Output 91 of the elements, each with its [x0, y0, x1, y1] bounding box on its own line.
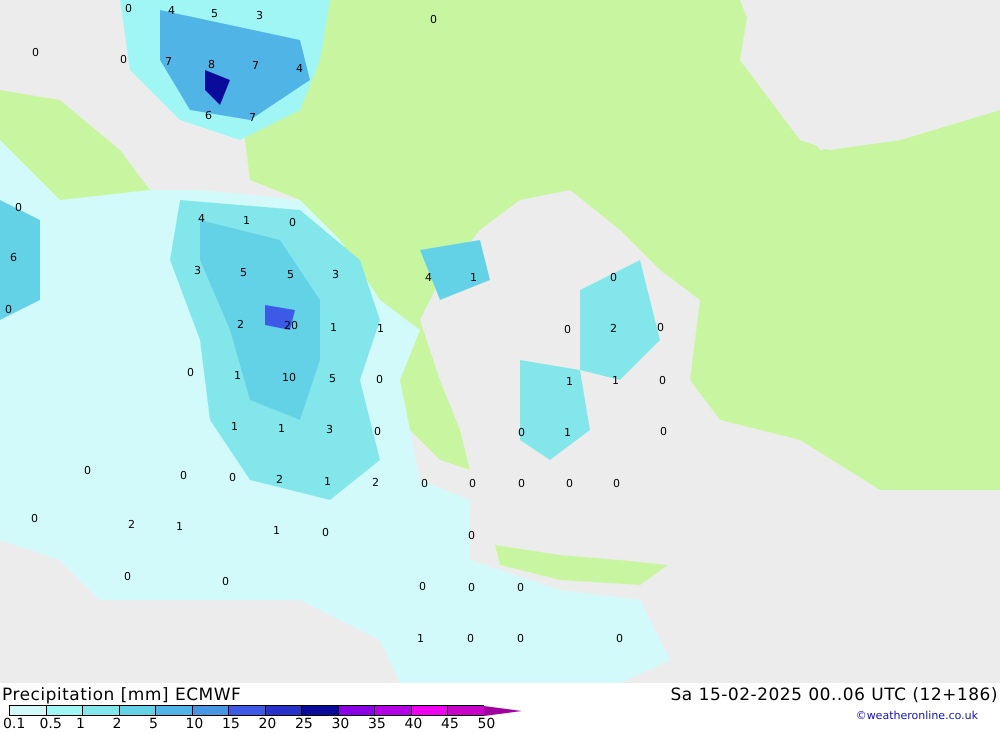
credit-link[interactable]: ©weatheronline.co.uk	[856, 709, 978, 722]
precipitation-value: 0	[187, 367, 194, 379]
precipitation-value: 2	[237, 319, 244, 331]
precipitation-value: 4	[168, 5, 175, 17]
precipitation-value: 0	[84, 465, 91, 477]
precipitation-value: 1	[564, 427, 571, 439]
precipitation-value: 3	[326, 424, 333, 436]
precipitation-value: 1	[278, 423, 285, 435]
precipitation-value: 2	[610, 323, 617, 335]
precipitation-value: 5	[240, 267, 247, 279]
precipitation-value: 0	[469, 478, 476, 490]
legend-label: 20	[258, 716, 278, 732]
precipitation-value: 0	[124, 571, 131, 583]
map-title: Precipitation [mm] ECMWF	[2, 685, 242, 705]
precipitation-value: 0	[376, 374, 383, 386]
precipitation-value: 0	[613, 478, 620, 490]
precipitation-value: 0	[421, 478, 428, 490]
precipitation-value: 0	[430, 14, 437, 26]
legend-label: 25	[295, 716, 314, 732]
precipitation-value: 20	[284, 320, 298, 332]
precipitation-value: 5	[329, 373, 336, 385]
precipitation-value: 10	[282, 372, 296, 384]
precipitation-value: 0	[564, 324, 571, 336]
legend-label: 2	[112, 716, 122, 732]
legend-label: 5	[149, 716, 159, 732]
precipitation-value: 1	[324, 476, 331, 488]
precipitation-value: 0	[229, 472, 236, 484]
precipitation-value: 7	[252, 60, 259, 72]
precipitation-value: 1	[417, 633, 424, 645]
precipitation-value: 0	[5, 304, 12, 316]
precipitation-value: 0	[616, 633, 623, 645]
legend-label: 0.1	[3, 716, 26, 732]
precipitation-value: 5	[211, 8, 218, 20]
precipitation-value: 4	[425, 272, 432, 284]
precipitation-value: 1	[612, 375, 619, 387]
precipitation-value: 0	[468, 530, 475, 542]
precipitation-value: 0	[419, 581, 426, 593]
precipitation-value: 1	[377, 323, 384, 335]
precipitation-value: 1	[566, 376, 573, 388]
precipitation-value: 1	[470, 272, 477, 284]
legend-label: 50	[478, 716, 496, 732]
precipitation-value: 1	[231, 421, 238, 433]
precipitation-value: 3	[256, 10, 263, 22]
legend-label: 40	[404, 716, 424, 732]
precipitation-value: 6	[10, 252, 17, 264]
precipitation-value: 0	[517, 582, 524, 594]
precipitation-value: 1	[234, 370, 241, 382]
precipitation-value: 1	[243, 215, 250, 227]
precipitation-value: 2	[128, 519, 135, 531]
precipitation-value: 7	[165, 56, 172, 68]
precipitation-value: 1	[330, 322, 337, 334]
precipitation-value: 0	[120, 54, 127, 66]
precipitation-value: 4	[198, 213, 205, 225]
precipitation-value: 0	[518, 427, 525, 439]
precipitation-value: 0	[517, 633, 524, 645]
precipitation-value: 0	[15, 202, 22, 214]
precipitation-value: 4	[296, 63, 303, 75]
precipitation-value: 8	[208, 59, 215, 71]
precipitation-value: 2	[276, 474, 283, 486]
precipitation-value: 0	[289, 217, 296, 229]
legend-label: 1	[76, 716, 86, 732]
precipitation-value: 3	[332, 269, 339, 281]
legend-label: 45	[441, 716, 460, 732]
legend-label: 10	[186, 716, 204, 732]
precipitation-value: 0	[657, 322, 664, 334]
precipitation-value: 0	[180, 470, 187, 482]
precipitation-value: 5	[287, 269, 294, 281]
precipitation-value: 0	[222, 576, 229, 588]
precipitation-value: 1	[273, 525, 280, 537]
precipitation-value: 3	[194, 265, 201, 277]
legend-label: 35	[368, 716, 387, 732]
precipitation-value: 0	[518, 478, 525, 490]
legend-label: 30	[332, 716, 350, 732]
forecast-datetime: Sa 15-02-2025 00..06 UTC (12+186)	[670, 685, 998, 705]
precipitation-value: 0	[467, 633, 474, 645]
precipitation-value: 0	[468, 582, 475, 594]
precipitation-value: 0	[660, 426, 667, 438]
precipitation-value: 0	[610, 272, 617, 284]
precipitation-value: 0	[566, 478, 573, 490]
precipitation-value: 7	[249, 112, 256, 124]
precipitation-value: 0	[125, 3, 132, 15]
precipitation-value: 6	[205, 110, 212, 122]
precipitation-value: 1	[176, 521, 183, 533]
precipitation-value: 0	[659, 375, 666, 387]
precipitation-value: 0	[322, 527, 329, 539]
precipitation-value: 0	[32, 47, 39, 59]
legend-label: 15	[222, 716, 241, 732]
precipitation-value: 2	[372, 477, 379, 489]
precipitation-value: 0	[31, 513, 38, 525]
precipitation-value: 0	[374, 426, 381, 438]
legend-label: 0.5	[40, 716, 63, 732]
